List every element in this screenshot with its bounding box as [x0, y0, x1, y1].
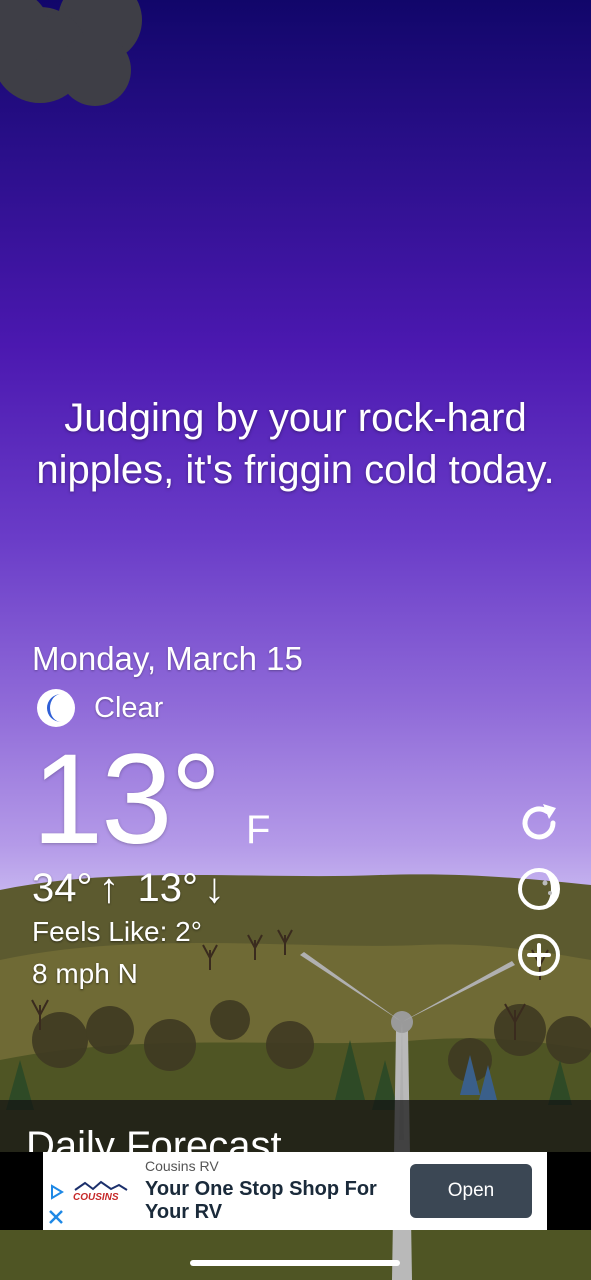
moon-icon	[37, 689, 75, 727]
cousins-rv-logo: COUSINS	[73, 1180, 128, 1203]
refresh-icon	[522, 804, 556, 840]
add-icon	[518, 934, 560, 976]
close-icon[interactable]	[47, 1208, 65, 1226]
daily-forecast-heading: Daily Forecast	[26, 1124, 282, 1152]
high-temp: 34°	[32, 865, 93, 910]
high-low-temps: 34° ↑ 13° ↓	[32, 864, 243, 912]
weather-quip: Judging by your rock-hard nipples, it's …	[36, 396, 555, 492]
current-temperature: 13°	[32, 728, 222, 871]
feels-like: Feels Like: 2°	[32, 916, 202, 947]
down-arrow-icon: ↓	[204, 864, 225, 911]
up-arrow-icon: ↑	[98, 864, 120, 911]
low-temp: 13°	[137, 865, 199, 910]
wind-speed: 8 mph N	[32, 958, 138, 989]
moon-phase-icon	[518, 868, 560, 910]
add-location-button[interactable]	[514, 930, 564, 980]
temperature-unit[interactable]: F	[246, 808, 270, 853]
logo-text: COUSINS	[73, 1192, 119, 1203]
forecast-date: Monday, March 15	[32, 640, 303, 677]
ad-headline[interactable]: Your One Stop Shop For Your RV	[145, 1178, 405, 1224]
daily-forecast-section[interactable]: Daily Forecast	[0, 1100, 591, 1152]
condition-label: Clear	[94, 691, 164, 724]
bottom-scene-strip	[0, 1230, 591, 1280]
moon-phase-button[interactable]	[514, 864, 564, 914]
refresh-button[interactable]	[514, 798, 564, 848]
ad-open-button[interactable]: Open	[410, 1164, 532, 1218]
home-indicator[interactable]	[190, 1260, 400, 1266]
condition-row: Clear	[36, 686, 163, 730]
ad-advertiser: Cousins RV	[145, 1158, 219, 1174]
adchoices-icon[interactable]	[49, 1184, 65, 1200]
ad-card[interactable]: COUSINS Cousins RV Your One Stop Shop Fo…	[43, 1152, 547, 1230]
cloud-graphic	[0, 0, 142, 106]
ad-banner[interactable]: COUSINS Cousins RV Your One Stop Shop Fo…	[0, 1152, 591, 1230]
